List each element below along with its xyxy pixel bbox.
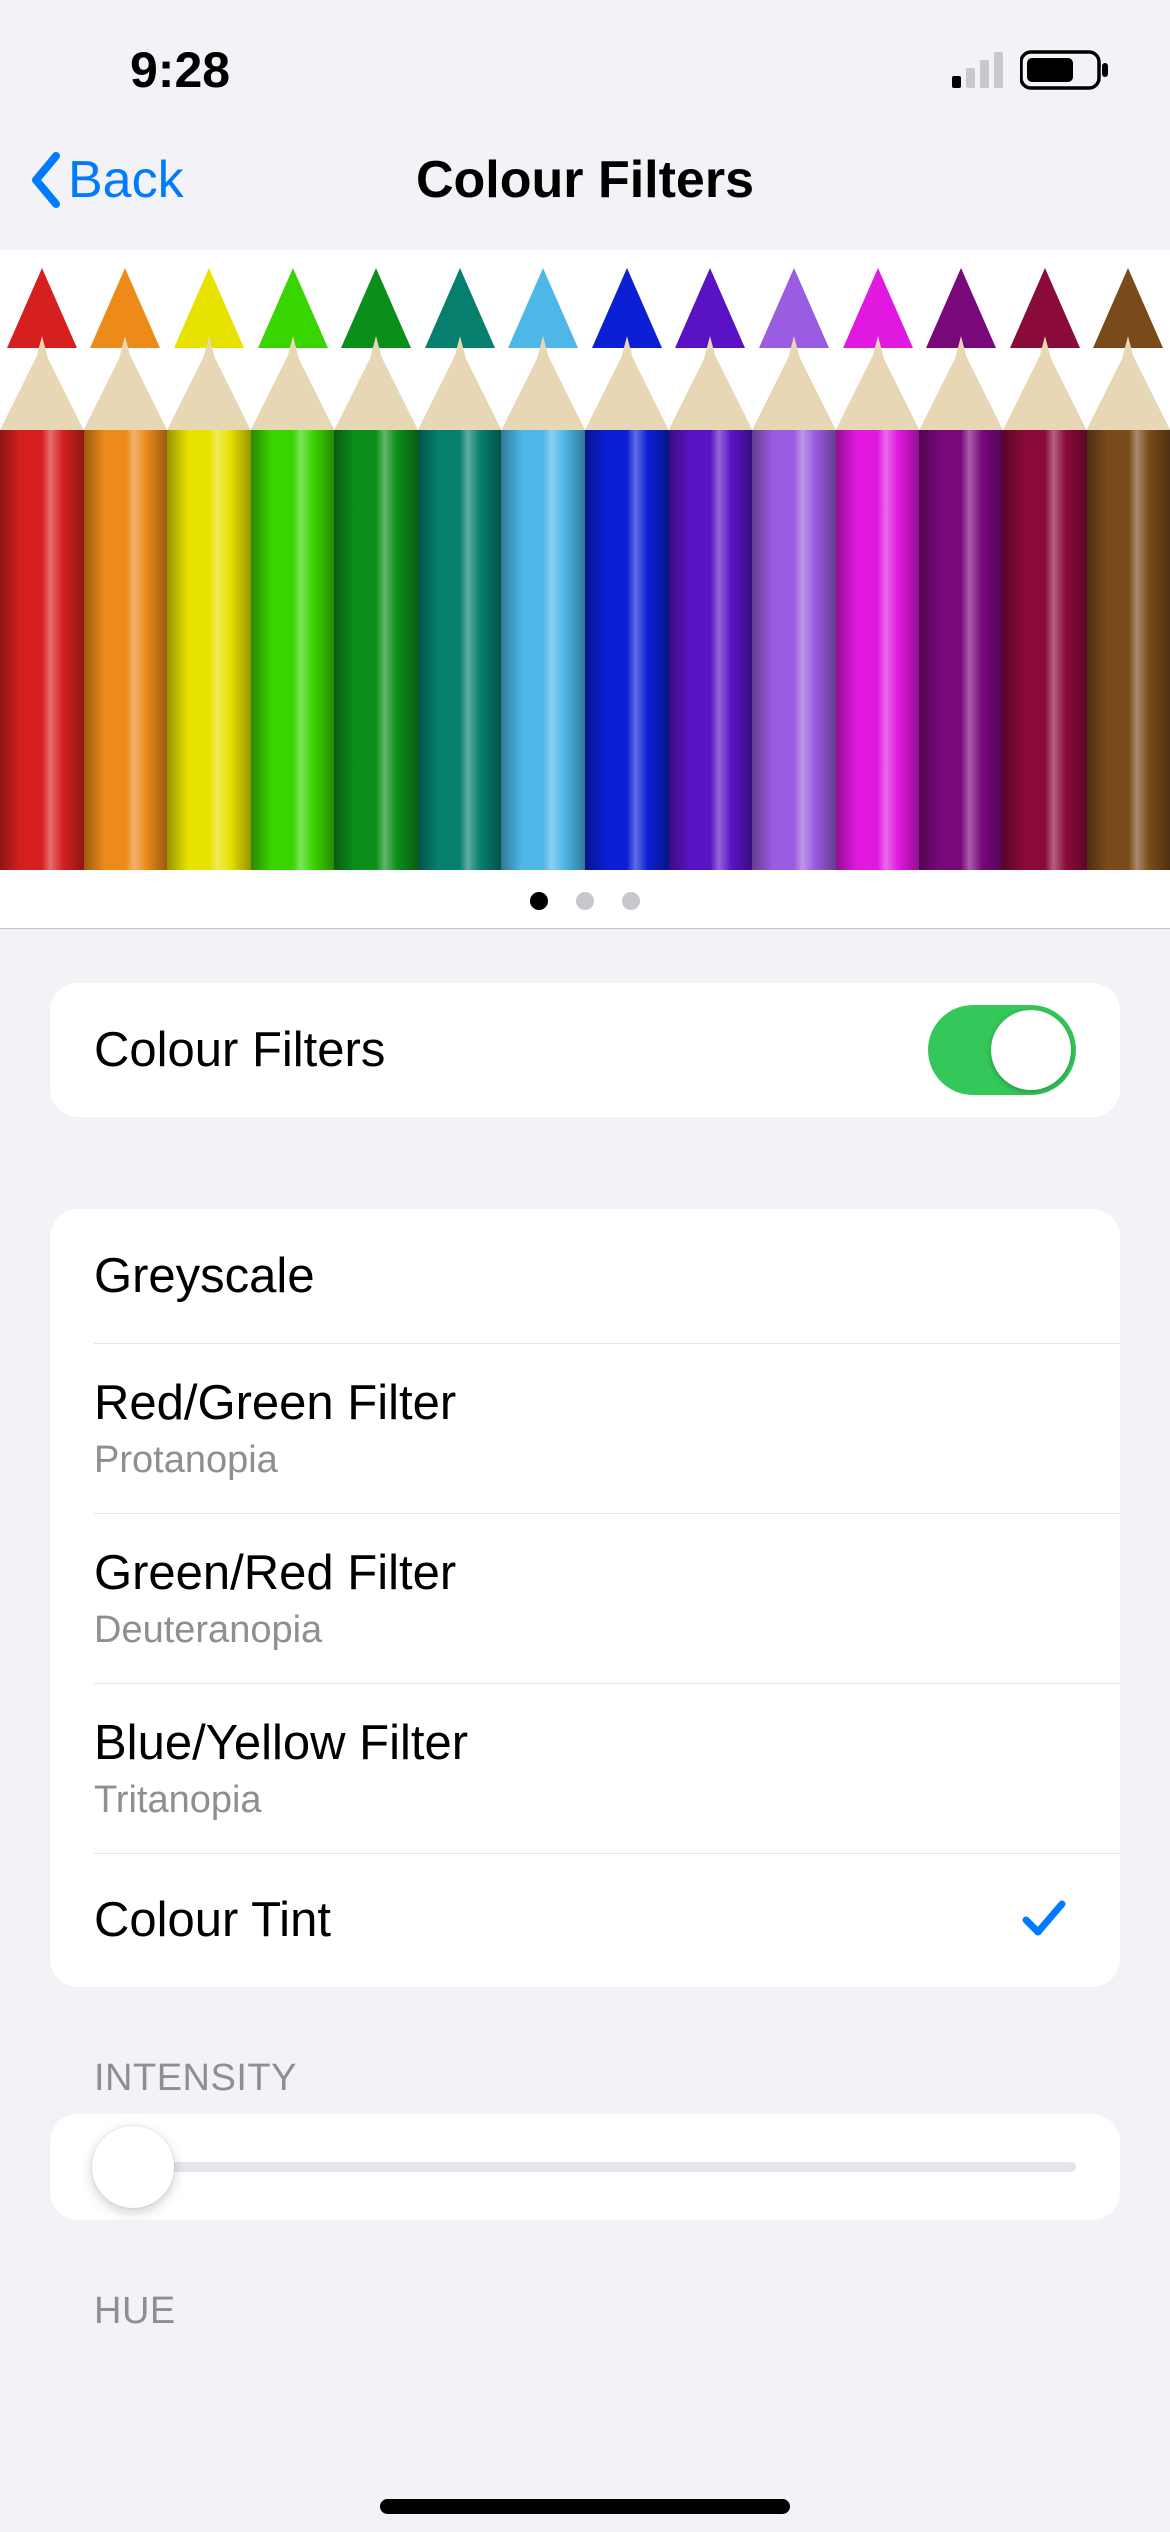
pencil: [418, 250, 502, 870]
pencil: [251, 250, 335, 870]
back-button[interactable]: Back: [28, 150, 184, 210]
pencil: [836, 250, 920, 870]
filter-option[interactable]: Colour Tint: [50, 1853, 1120, 1987]
page-dot[interactable]: [622, 892, 640, 910]
chevron-left-icon: [28, 152, 62, 208]
battery-icon: [1020, 49, 1110, 91]
status-bar-indicators: [952, 49, 1110, 91]
pencil: [167, 250, 251, 870]
hue-header: HUE: [94, 2290, 1120, 2333]
status-time: 9:28: [130, 41, 230, 99]
filter-option-label: Red/Green Filter: [94, 1375, 456, 1431]
home-indicator[interactable]: [380, 2499, 790, 2514]
page-dot[interactable]: [576, 892, 594, 910]
intensity-slider-row: [50, 2114, 1120, 2220]
filter-option-label: Blue/Yellow Filter: [94, 1715, 468, 1771]
checkmark-icon: [1018, 1892, 1070, 1949]
filter-option[interactable]: Green/Red Filter Deuteranopia: [50, 1513, 1120, 1683]
cellular-icon: [952, 52, 1008, 88]
status-bar: 9:28: [0, 0, 1170, 110]
nav-bar: Back Colour Filters: [0, 110, 1170, 250]
filter-options-group: Greyscale Red/Green Filter Protanopia Green…: [50, 1209, 1120, 1987]
page-dots[interactable]: [0, 892, 1170, 910]
filter-option-subtitle: Protanopia: [94, 1439, 456, 1482]
pencil: [585, 250, 669, 870]
intensity-header: INTENSITY: [94, 2057, 1120, 2100]
pencil: [501, 250, 585, 870]
pencil: [752, 250, 836, 870]
pencil: [0, 250, 84, 870]
pencil: [669, 250, 753, 870]
colour-filters-toggle-row: Colour Filters: [50, 983, 1120, 1117]
colour-filters-toggle-cell: Colour Filters: [50, 983, 1120, 1117]
pencil: [334, 250, 418, 870]
filter-option-subtitle: Tritanopia: [94, 1779, 468, 1822]
toggle-knob: [991, 1010, 1071, 1090]
pencil: [84, 250, 168, 870]
pencil: [1087, 250, 1170, 870]
back-label: Back: [68, 150, 184, 210]
colour-filters-toggle[interactable]: [928, 1005, 1076, 1095]
page-dot[interactable]: [530, 892, 548, 910]
toggle-label: Colour Filters: [94, 1022, 385, 1078]
filter-option[interactable]: Blue/Yellow Filter Tritanopia: [50, 1683, 1120, 1853]
filter-option-label: Greyscale: [94, 1248, 315, 1304]
intensity-thumb[interactable]: [92, 2126, 174, 2208]
pencil: [919, 250, 1003, 870]
intensity-track[interactable]: [94, 2162, 1076, 2172]
filter-option-label: Colour Tint: [94, 1892, 331, 1948]
filter-option-label: Green/Red Filter: [94, 1545, 456, 1601]
filter-option-subtitle: Deuteranopia: [94, 1609, 456, 1652]
colour-preview[interactable]: [0, 250, 1170, 928]
filter-option[interactable]: Greyscale: [50, 1209, 1120, 1343]
filter-option[interactable]: Red/Green Filter Protanopia: [50, 1343, 1120, 1513]
pencil: [1003, 250, 1087, 870]
